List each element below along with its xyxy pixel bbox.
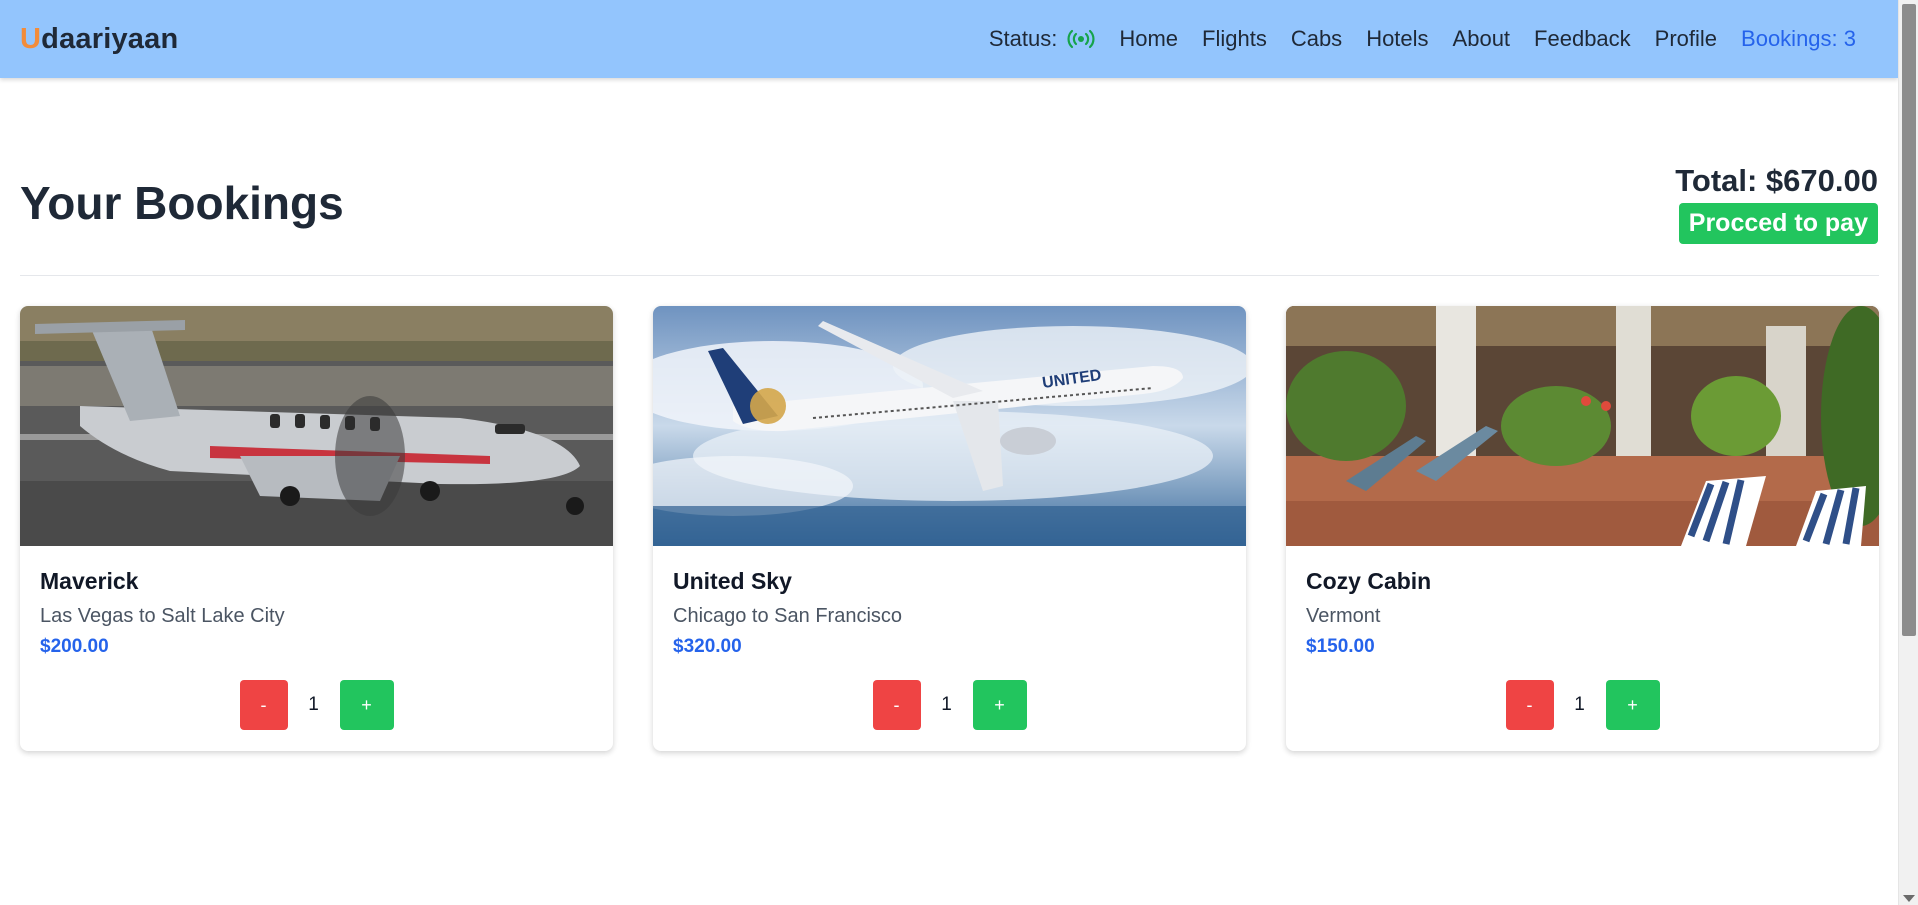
nav-links: Status: Home Flights Cabs Hotels About F… [989,26,1856,52]
decrease-button[interactable]: - [239,680,288,730]
page-title: Your Bookings [20,177,344,229]
booking-price: $200.00 [40,636,109,657]
nav-profile[interactable]: Profile [1655,26,1717,52]
booking-card: Cozy Cabin Vermont $150.00 - 1 + [1286,306,1879,751]
total-amount: Total: $670.00 [1675,163,1878,198]
quantity-stepper: - 1 + [40,680,593,730]
scrollbar-thumb[interactable] [1902,4,1916,636]
brand-rest: daariyaan [41,22,179,55]
header-divider [20,275,1879,276]
navbar: Udaariyaan Status: Home Flights Cabs Hot… [0,0,1898,78]
total-area: Total: $670.00 Procced to pay [1675,163,1878,244]
booking-price: $150.00 [1306,636,1375,657]
nav-home[interactable]: Home [1119,26,1178,52]
nav-cabs[interactable]: Cabs [1291,26,1342,52]
booking-name: Cozy Cabin [1306,568,1432,594]
proceed-to-pay-button[interactable]: Procced to pay [1678,203,1878,244]
united-jet-over-clouds-photo: UNITED [653,306,1246,546]
brand-first-letter: U [20,22,42,55]
quantity-value: 1 [1574,694,1585,715]
small-propeller-plane-photo [20,306,613,546]
vertical-scrollbar[interactable] [1898,0,1918,905]
decrease-button[interactable]: - [872,680,921,730]
nav-about[interactable]: About [1453,26,1511,52]
brand-logo[interactable]: Udaariyaan [20,23,178,56]
status-indicator: Status: [989,26,1095,52]
quantity-value: 1 [308,694,319,715]
increase-button[interactable]: + [1605,680,1660,730]
increase-button[interactable]: + [339,680,394,730]
scroll-down-arrow-icon[interactable] [1903,895,1915,902]
booking-card: UNITED United Sky Chicago to San Francis… [653,306,1246,751]
booking-route: Las Vegas to Salt Lake City [40,605,285,627]
booking-card: Maverick Las Vegas to Salt Lake City $20… [20,306,613,751]
quantity-value: 1 [941,694,952,715]
resort-patio-loungers-photo [1286,306,1879,546]
booking-route: Chicago to San Francisco [673,605,903,627]
booking-price: $320.00 [673,636,742,657]
nav-bookings[interactable]: Bookings: 3 [1741,26,1856,52]
increase-button[interactable]: + [972,680,1027,730]
booking-cards: Maverick Las Vegas to Salt Lake City $20… [20,306,1879,751]
nav-hotels[interactable]: Hotels [1366,26,1428,52]
broadcast-signal-icon [1067,29,1095,49]
status-label: Status: [988,26,1058,51]
quantity-stepper: - 1 + [673,680,1226,730]
booking-route: Vermont [1306,605,1381,627]
booking-name: United Sky [673,568,792,594]
nav-feedback[interactable]: Feedback [1534,26,1631,52]
nav-flights[interactable]: Flights [1202,26,1267,52]
booking-name: Maverick [40,568,139,594]
quantity-stepper: - 1 + [1306,680,1859,730]
decrease-button[interactable]: - [1505,680,1554,730]
